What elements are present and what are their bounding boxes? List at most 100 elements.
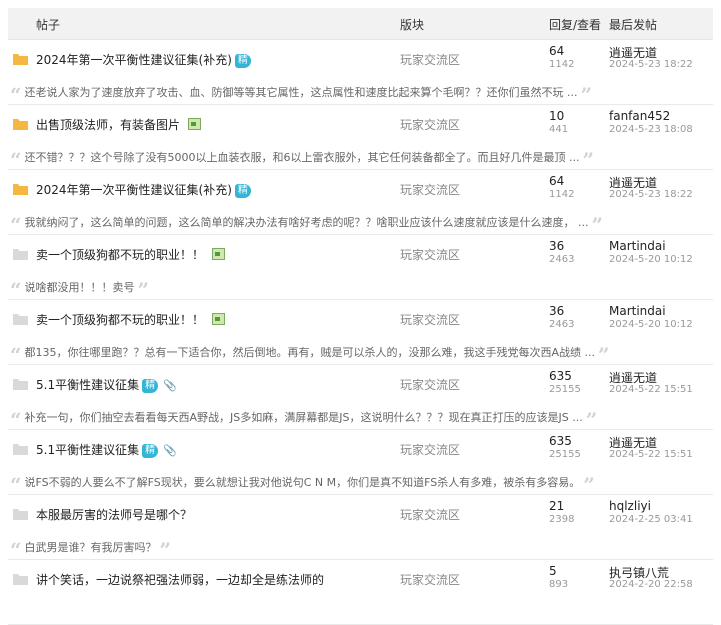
thread-title-link[interactable]: 2024年第一次平衡性建议征集(补充) [36,53,232,67]
reply-count[interactable]: 36 [549,304,564,318]
image-attachment-icon [212,248,226,260]
folder-icon [13,184,28,195]
thread-row: 讲个笑话，一边说祭祀强法师弱，一边却全是练法师的 玩家交流区 5 893 执弓镇八荒 20… [8,560,713,625]
thread-row: 卖一个顶级狗都不玩的职业！！ 玩家交流区 36 2463 Martindai 2024-5… [8,235,713,300]
folder-icon [13,379,28,390]
excerpt-text: 说FS不弱的人要么不了解FS现状，要么就想让我对他说句C N M，你们是真不知道… [24,476,581,489]
reply-count[interactable]: 21 [549,499,564,513]
reply-count[interactable]: 5 [549,564,557,578]
folder-icon [13,509,28,520]
last-post-time[interactable]: 2024-5-23 18:08 [609,124,693,135]
thread-excerpt: “还老说人家为了速度放弃了攻击、血、防御等等其它属性，这点属性和速度比起来算个毛… [10,84,710,101]
thread-excerpt: “我就纳闷了，这么简单的问题，这么简单的解决办法有啥好考虑的呢？？啥职业应该什么… [10,214,710,231]
thread-title-link[interactable]: 卖一个顶级狗都不玩的职业！！ [36,313,204,327]
folder-icon [13,444,28,455]
reply-count[interactable]: 10 [549,109,564,123]
folder-icon [13,119,28,130]
thread-row: 5.1平衡性建议征集精 📎 玩家交流区 635 25155 逍遥无道 2024-5-22 1… [8,365,713,430]
close-quote-icon: ” [585,409,598,426]
close-quote-icon: ” [591,214,604,231]
view-count: 1142 [549,189,575,200]
thread-row: 出售顶级法师，有装备图片 玩家交流区 10 441 fanfan452 2024-5-23… [8,105,713,170]
thread-title-link[interactable]: 卖一个顶级狗都不玩的职业！！ [36,248,204,262]
thread-title-link[interactable]: 5.1平衡性建议征集 [36,378,139,392]
thread-title-link[interactable]: 5.1平衡性建议征集 [36,443,139,457]
open-quote-icon: “ [10,409,22,426]
thread-excerpt: “补充一句，你们抽空去看看每天西A野战，JS多如麻，满屏幕都是JS，这说明什么？… [10,409,710,426]
close-quote-icon: ” [583,474,595,491]
thread-excerpt: “说FS不弱的人要么不了解FS现状，要么就想让我对他说句C N M，你们是真不知… [10,474,710,491]
thread-row: 2024年第一次平衡性建议征集(补充) 精玩家交流区 64 1142 逍遥无道 2024-… [8,40,713,105]
reply-count[interactable]: 635 [549,434,572,448]
header-title: 帖子 [36,18,61,32]
forum-link[interactable]: 玩家交流区 [400,376,460,393]
excerpt-text: 白武男是谁？有我厉害吗？ [24,541,157,554]
open-quote-icon: “ [10,539,22,556]
header-stats: 回复/查看 [549,18,602,32]
thread-title-link[interactable]: 讲个笑话，一边说祭祀强法师弱，一边却全是练法师的 [36,573,324,587]
last-post-time[interactable]: 2024-5-23 18:22 [609,59,693,70]
last-post-time[interactable]: 2024-5-22 15:51 [609,449,693,460]
last-post-time[interactable]: 2024-5-23 18:22 [609,189,693,200]
excerpt-text: 都135，你往哪里跑？？总有一下适合你，然后倒地。再有，贼是可以杀人的，没那么难… [24,346,596,359]
thread-title-link[interactable]: 出售顶级法师，有装备图片 [36,118,180,132]
folder-icon [13,54,28,65]
view-count: 2463 [549,319,575,330]
forum-link[interactable]: 玩家交流区 [400,181,460,198]
thread-title-link[interactable]: 本服最厉害的法师号是哪个？ [36,508,192,522]
last-post-time[interactable]: 2024-5-20 10:12 [609,254,693,265]
view-count: 441 [549,124,569,135]
digest-badge: 精 [234,54,251,68]
last-post-time[interactable]: 2024-2-25 03:41 [609,514,693,525]
digest-badge: 精 [142,379,159,393]
folder-icon [13,314,28,325]
last-post-author[interactable]: hqlzliyi [609,499,651,513]
last-post-time[interactable]: 2024-5-22 15:51 [609,384,693,395]
thread-excerpt: “白武男是谁？有我厉害吗？” [10,539,710,556]
excerpt-text: 补充一句，你们抽空去看看每天西A野战，JS多如麻，满屏幕都是JS，这说明什么？？… [24,411,583,424]
thread-row: 本服最厉害的法师号是哪个？ 玩家交流区 21 2398 hqlzliyi 2024-2-2… [8,495,713,560]
last-post-author[interactable]: Martindai [609,304,666,318]
open-quote-icon: “ [10,149,22,166]
reply-count[interactable]: 36 [549,239,564,253]
last-post-author[interactable]: Martindai [609,239,666,253]
forum-link[interactable]: 玩家交流区 [400,571,460,588]
thread-excerpt: “说啥都没用！！！卖号” [10,279,710,296]
excerpt-text: 我就纳闷了，这么简单的问题，这么简单的解决办法有啥好考虑的呢？？啥职业应该什么速… [24,216,589,229]
header-forum: 版块 [400,18,425,32]
excerpt-text: 还不错？？？这个号除了没有5000以上血装衣服，和6以上雷衣服外，其它任何装备都… [24,151,580,164]
forum-link[interactable]: 玩家交流区 [400,311,460,328]
image-attachment-icon [212,313,226,325]
last-post-author[interactable]: fanfan452 [609,109,670,123]
close-quote-icon: ” [582,149,595,166]
view-count: 25155 [549,384,581,395]
thread-excerpt: “都135，你往哪里跑？？总有一下适合你，然后倒地。再有，贼是可以杀人的，没那么… [10,344,710,361]
forum-link[interactable]: 玩家交流区 [400,51,460,68]
view-count: 893 [549,579,569,590]
close-quote-icon: ” [159,539,172,556]
last-post-time[interactable]: 2024-2-20 22:58 [609,579,693,590]
folder-icon [13,249,28,260]
forum-link[interactable]: 玩家交流区 [400,246,460,263]
forum-link[interactable]: 玩家交流区 [400,506,460,523]
open-quote-icon: “ [10,84,22,101]
folder-icon [13,574,28,585]
digest-badge: 精 [234,184,251,198]
reply-count[interactable]: 635 [549,369,572,383]
last-post-time[interactable]: 2024-5-20 10:12 [609,319,693,330]
close-quote-icon: ” [137,279,150,296]
forum-link[interactable]: 玩家交流区 [400,116,460,133]
excerpt-text: 还老说人家为了速度放弃了攻击、血、防御等等其它属性，这点属性和速度比起来算个毛啊… [24,86,578,99]
open-quote-icon: “ [10,344,22,361]
thread-list-header: 帖子 版块 回复/查看 最后发帖 [8,8,713,40]
reply-count[interactable]: 64 [549,44,564,58]
thread-title-link[interactable]: 2024年第一次平衡性建议征集(补充) [36,183,232,197]
paperclip-icon: 📎 [163,444,177,457]
reply-count[interactable]: 64 [549,174,564,188]
open-quote-icon: “ [10,214,22,231]
view-count: 2398 [549,514,575,525]
open-quote-icon: “ [10,279,22,296]
forum-link[interactable]: 玩家交流区 [400,441,460,458]
digest-badge: 精 [142,444,159,458]
thread-row: 2024年第一次平衡性建议征集(补充) 精玩家交流区 64 1142 逍遥无道 2024-… [8,170,713,235]
